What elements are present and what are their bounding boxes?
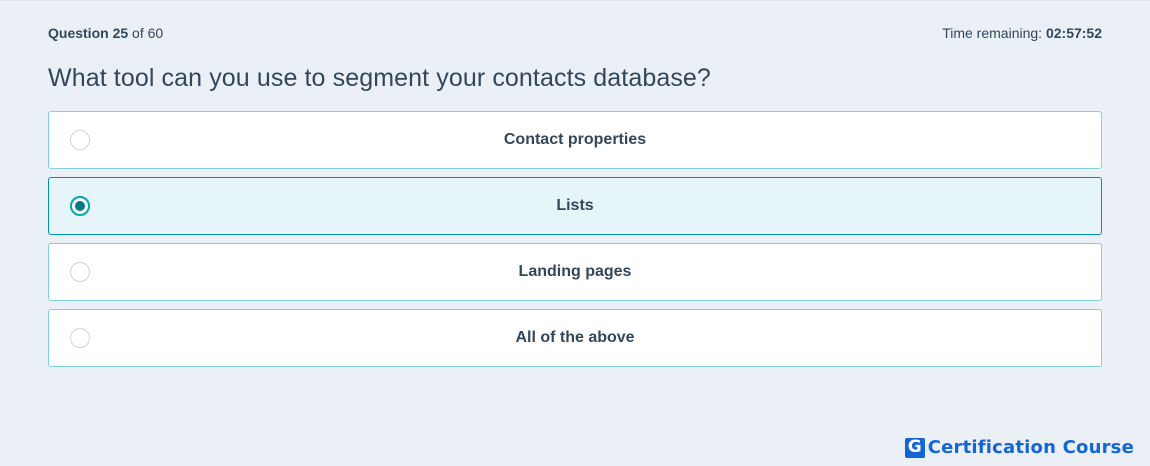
question-number: 25 <box>112 25 129 41</box>
brand-g-icon: G <box>904 437 925 458</box>
time-value: 02:57:52 <box>1045 25 1102 41</box>
answer-option-landing-pages[interactable]: Landing pages <box>48 243 1102 301</box>
answer-option-label: All of the above <box>515 329 635 346</box>
answer-option-lists[interactable]: Lists <box>48 177 1102 235</box>
answer-option-all-of-the-above[interactable]: All of the above <box>48 309 1102 367</box>
answer-option-label: Landing pages <box>518 263 632 280</box>
answer-option-label: Contact properties <box>503 131 647 148</box>
quiz-header: Question 25 of 60 Time remaining: 02:57:… <box>48 24 1102 42</box>
brand-name: Certification Course <box>927 437 1134 458</box>
time-remaining: Time remaining: 02:57:52 <box>942 25 1102 41</box>
time-label: Time remaining: <box>942 25 1043 41</box>
answer-option-contact-properties[interactable]: Contact properties <box>48 111 1102 169</box>
question-label: Question <box>48 25 109 41</box>
brand-logo: G Certification Course <box>904 437 1134 458</box>
answer-option-label: Lists <box>556 197 594 214</box>
radio-button[interactable] <box>70 130 90 150</box>
question-counter: Question 25 of 60 <box>48 25 163 41</box>
question-text: What tool can you use to segment your co… <box>48 64 711 92</box>
radio-button[interactable] <box>70 328 90 348</box>
radio-button[interactable] <box>70 262 90 282</box>
answer-options: Contact properties Lists Landing pages A… <box>48 111 1102 375</box>
radio-button[interactable] <box>70 196 90 216</box>
question-total: of 60 <box>132 25 164 41</box>
